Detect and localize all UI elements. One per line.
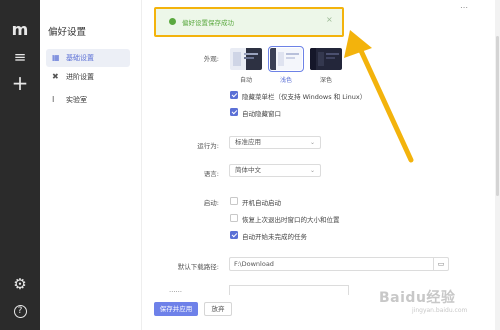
app-window: m ≡ + ⚙ ? 偏好设置 ▦ 基础设置 ✖ 进阶设置 Ⅰ 实验室 ⋯ 外观: bbox=[0, 0, 500, 330]
baidu-watermark-url: jingyan.baidu.com bbox=[412, 307, 468, 314]
baidu-watermark: Baidu经验 bbox=[379, 290, 456, 306]
annotation-arrow bbox=[344, 30, 414, 163]
